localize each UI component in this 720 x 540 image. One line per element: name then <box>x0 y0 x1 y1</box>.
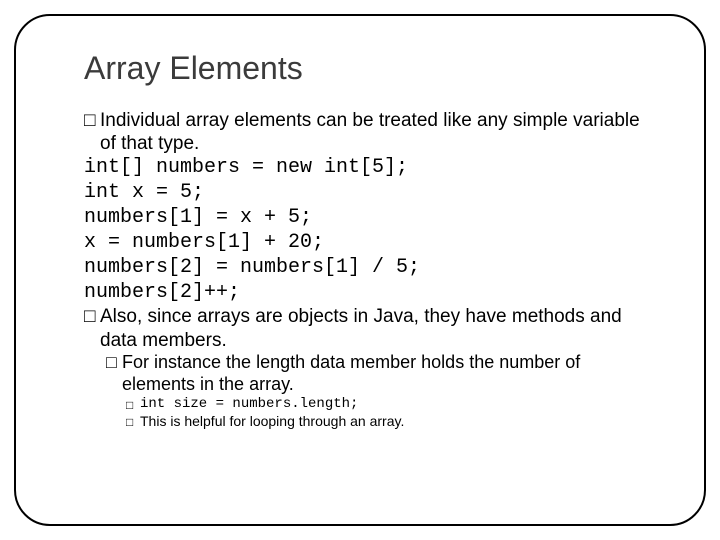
bullet-text: Also, since arrays are objects in Java, … <box>100 305 648 351</box>
bullet-glyph: □ <box>126 413 140 430</box>
code-line: int x = 5; <box>84 180 648 205</box>
bullet-glyph: □ <box>84 305 100 328</box>
bullet-glyph: □ <box>84 109 100 132</box>
bullet-glyph: □ <box>106 352 122 374</box>
slide: Array Elements □ Individual array elemen… <box>0 0 720 540</box>
code-line: numbers[2] = numbers[1] / 5; <box>84 255 648 280</box>
slide-content: Array Elements □ Individual array elemen… <box>28 20 692 450</box>
code-line: numbers[1] = x + 5; <box>84 205 648 230</box>
bullet-text: This is helpful for looping through an a… <box>140 413 648 430</box>
sub-sub-bullet-item: □ This is helpful for looping through an… <box>126 413 648 430</box>
bullet-glyph: □ <box>126 396 140 413</box>
bullet-text: Individual array elements can be treated… <box>100 109 648 155</box>
sub-bullet-item: □ For instance the length data member ho… <box>106 352 648 396</box>
code-line: numbers[2]++; <box>84 280 648 305</box>
code-line: int[] numbers = new int[5]; <box>84 155 648 180</box>
code-inline: int size = numbers.length; <box>140 396 648 414</box>
slide-title: Array Elements <box>84 50 648 87</box>
bullet-item: □ Individual array elements can be treat… <box>84 109 648 155</box>
sub-sub-bullet-item: □ int size = numbers.length; <box>126 396 648 414</box>
bullet-item: □ Also, since arrays are objects in Java… <box>84 305 648 351</box>
code-line: x = numbers[1] + 20; <box>84 230 648 255</box>
bullet-text: For instance the length data member hold… <box>122 352 648 396</box>
